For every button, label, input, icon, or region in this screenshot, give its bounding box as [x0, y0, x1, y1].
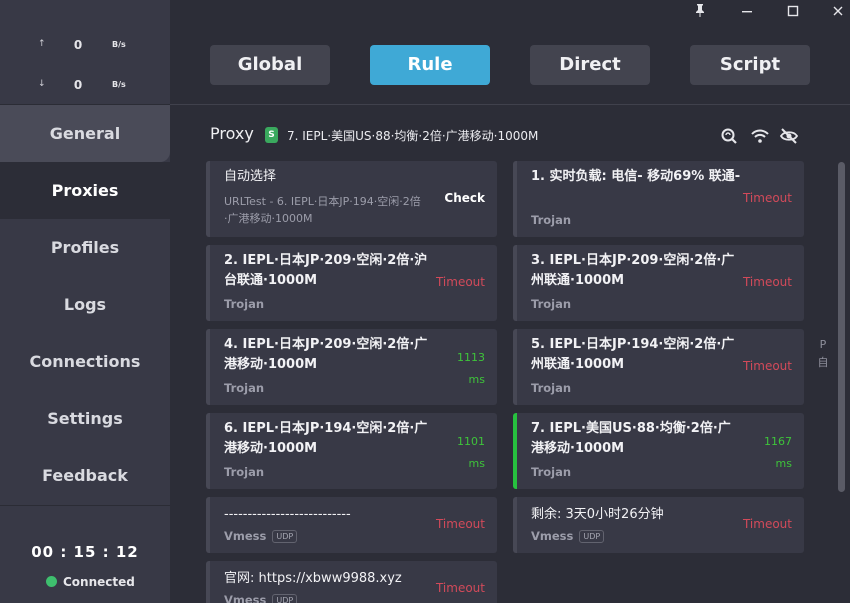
latency-value: 1113	[457, 351, 485, 364]
latency-unit: ms	[468, 373, 485, 386]
download-value: 0	[73, 78, 83, 92]
proxy-name: 自动选择	[224, 169, 277, 184]
latency-unit: ms	[468, 457, 485, 470]
traffic-panel: ↑ 0 B/s ↓ 0 B/s	[0, 0, 170, 105]
proxy-type: Trojan	[224, 465, 265, 479]
upload-value: 0	[73, 38, 83, 52]
proxy-name: 7. IEPL·美国US·88·均衡·2倍·广港移动·1000M	[531, 421, 731, 456]
download-unit: B/s	[112, 80, 126, 89]
latency-value: 1167	[764, 435, 792, 448]
maximize-icon[interactable]	[781, 2, 805, 24]
sidebar-item-logs[interactable]: Logs	[0, 276, 170, 333]
proxy-name: 2. IEPL·日本JP·209·空闲·2倍·沪台联通·1000M	[224, 253, 428, 288]
proxy-type: Trojan	[531, 465, 572, 479]
upload-arrow-icon: ↑	[38, 39, 46, 49]
proxy-type-label: Vmess	[224, 593, 267, 603]
proxy-name: 官网: https://xbww9988.xyz	[224, 571, 402, 586]
connection-status-label: Connected	[63, 575, 135, 589]
proxy-latency: Timeout	[435, 275, 485, 289]
window-controls	[680, 0, 850, 25]
proxy-name: ---------------------------	[224, 507, 351, 522]
proxy-type: URLTest - 6. IEPL·日本JP·194·空闲·2倍·广港移动·10…	[224, 195, 421, 225]
check-button[interactable]: Check	[444, 191, 485, 205]
provider-hint-char: 自	[817, 356, 829, 369]
udp-badge: UDP	[579, 530, 605, 543]
proxy-name: 6. IEPL·日本JP·194·空闲·2倍·广港移动·1000M	[224, 421, 428, 456]
sidebar-item-general[interactable]: General	[0, 105, 170, 162]
proxy-card-1[interactable]: 1. 实时负载: 电信- 移动69% 联通- Trojan Timeout	[513, 161, 804, 237]
proxy-card-5[interactable]: 5. IEPL·日本JP·194·空闲·2倍·广州联通·1000M Trojan…	[513, 329, 804, 405]
wifi-icon[interactable]	[750, 126, 770, 146]
proxy-latency: Timeout	[742, 191, 792, 205]
status-dot-icon	[46, 576, 57, 587]
proxy-name: 5. IEPL·日本JP·194·空闲·2倍·广州联通·1000M	[531, 337, 735, 372]
proxy-latency: Timeout	[742, 359, 792, 373]
hide-icon[interactable]	[779, 126, 799, 146]
pin-icon[interactable]	[688, 2, 712, 24]
proxy-card-7-selected[interactable]: 7. IEPL·美国US·88·均衡·2倍·广港移动·1000M Trojan …	[513, 413, 804, 489]
download-speed: ↓ 0 B/s	[0, 76, 170, 96]
status-panel: 00 : 15 : 12 Connected	[0, 505, 170, 603]
proxy-latency: Timeout	[435, 581, 485, 595]
proxy-group-current: 7. IEPL·美国US·88·均衡·2倍·广港移动·1000M	[287, 129, 539, 143]
proxy-latency: Timeout	[742, 275, 792, 289]
proxy-card-auto[interactable]: 自动选择 URLTest - 6. IEPL·日本JP·194·空闲·2倍·广港…	[206, 161, 497, 237]
mode-direct-button[interactable]: Direct	[530, 45, 650, 85]
provider-hint-char: P	[819, 338, 827, 351]
proxy-card-6[interactable]: 6. IEPL·日本JP·194·空闲·2倍·广港移动·1000M Trojan…	[206, 413, 497, 489]
proxy-type: Trojan	[224, 297, 265, 311]
sidebar-item-proxies[interactable]: Proxies	[0, 162, 170, 219]
mode-bar: Global Rule Direct Script	[170, 25, 850, 105]
proxy-type: Vmess UDP	[224, 593, 298, 603]
proxy-latency: 1113 ms	[457, 347, 485, 391]
proxy-name: 1. 实时负载: 电信- 移动69% 联通-	[531, 169, 741, 184]
sidebar-item-settings[interactable]: Settings	[0, 390, 170, 447]
proxy-type: Trojan	[531, 213, 572, 227]
udp-badge: UDP	[272, 530, 298, 543]
proxy-card-4[interactable]: 4. IEPL·日本JP·209·空闲·2倍·广港移动·1000M Trojan…	[206, 329, 497, 405]
proxy-group-title: Proxy	[210, 124, 254, 143]
proxy-type-label: Vmess	[531, 529, 574, 543]
proxy-type: Vmess UDP	[224, 529, 298, 543]
upload-speed: ↑ 0 B/s	[0, 36, 170, 56]
sidebar: ↑ 0 B/s ↓ 0 B/s General Proxies Profiles…	[0, 0, 170, 603]
minimize-icon[interactable]	[735, 2, 759, 24]
provider-hint: P 自	[816, 336, 830, 372]
proxy-name: 剩余: 3天0小时26分钟	[531, 507, 664, 522]
proxy-card-3[interactable]: 3. IEPL·日本JP·209·空闲·2倍·广州联通·1000M Trojan…	[513, 245, 804, 321]
proxy-type: Trojan	[531, 381, 572, 395]
proxy-name: 4. IEPL·日本JP·209·空闲·2倍·广港移动·1000M	[224, 337, 428, 372]
connection-status: Connected	[46, 575, 135, 589]
proxy-latency: Timeout	[435, 517, 485, 531]
proxy-card-divider[interactable]: --------------------------- Vmess UDP Tim…	[206, 497, 497, 553]
mode-rule-button[interactable]: Rule	[370, 45, 490, 85]
sidebar-item-connections[interactable]: Connections	[0, 333, 170, 390]
proxy-latency: Timeout	[742, 517, 792, 531]
uptime-clock: 00 : 15 : 12	[31, 543, 139, 561]
close-icon[interactable]	[826, 2, 850, 24]
scrollbar[interactable]	[838, 162, 845, 492]
proxy-type: Vmess UDP	[531, 529, 605, 543]
mode-script-button[interactable]: Script	[690, 45, 810, 85]
download-arrow-icon: ↓	[38, 79, 46, 89]
mode-global-button[interactable]: Global	[210, 45, 330, 85]
proxy-card-website[interactable]: 官网: https://xbww9988.xyz Vmess UDP Timeou…	[206, 561, 497, 603]
sidebar-item-profiles[interactable]: Profiles	[0, 219, 170, 276]
proxy-card-remaining[interactable]: 剩余: 3天0小时26分钟 Vmess UDP Timeout	[513, 497, 804, 553]
proxy-name: 3. IEPL·日本JP·209·空闲·2倍·广州联通·1000M	[531, 253, 735, 288]
udp-badge: UDP	[272, 594, 298, 603]
latency-test-icon[interactable]	[720, 126, 740, 146]
sidebar-item-feedback[interactable]: Feedback	[0, 447, 170, 504]
proxy-latency: 1101 ms	[457, 431, 485, 475]
latency-unit: ms	[775, 457, 792, 470]
proxy-type-label: Vmess	[224, 529, 267, 543]
proxy-type: Trojan	[224, 381, 265, 395]
proxy-latency: 1167 ms	[764, 431, 792, 475]
latency-value: 1101	[457, 435, 485, 448]
proxy-card-2[interactable]: 2. IEPL·日本JP·209·空闲·2倍·沪台联通·1000M Trojan…	[206, 245, 497, 321]
proxy-type: Trojan	[531, 297, 572, 311]
proxy-group-header[interactable]: Proxy S 7. IEPL·美国US·88·均衡·2倍·广港移动·1000M	[210, 124, 810, 146]
upload-unit: B/s	[112, 40, 126, 49]
group-type-badge: S	[265, 127, 278, 143]
